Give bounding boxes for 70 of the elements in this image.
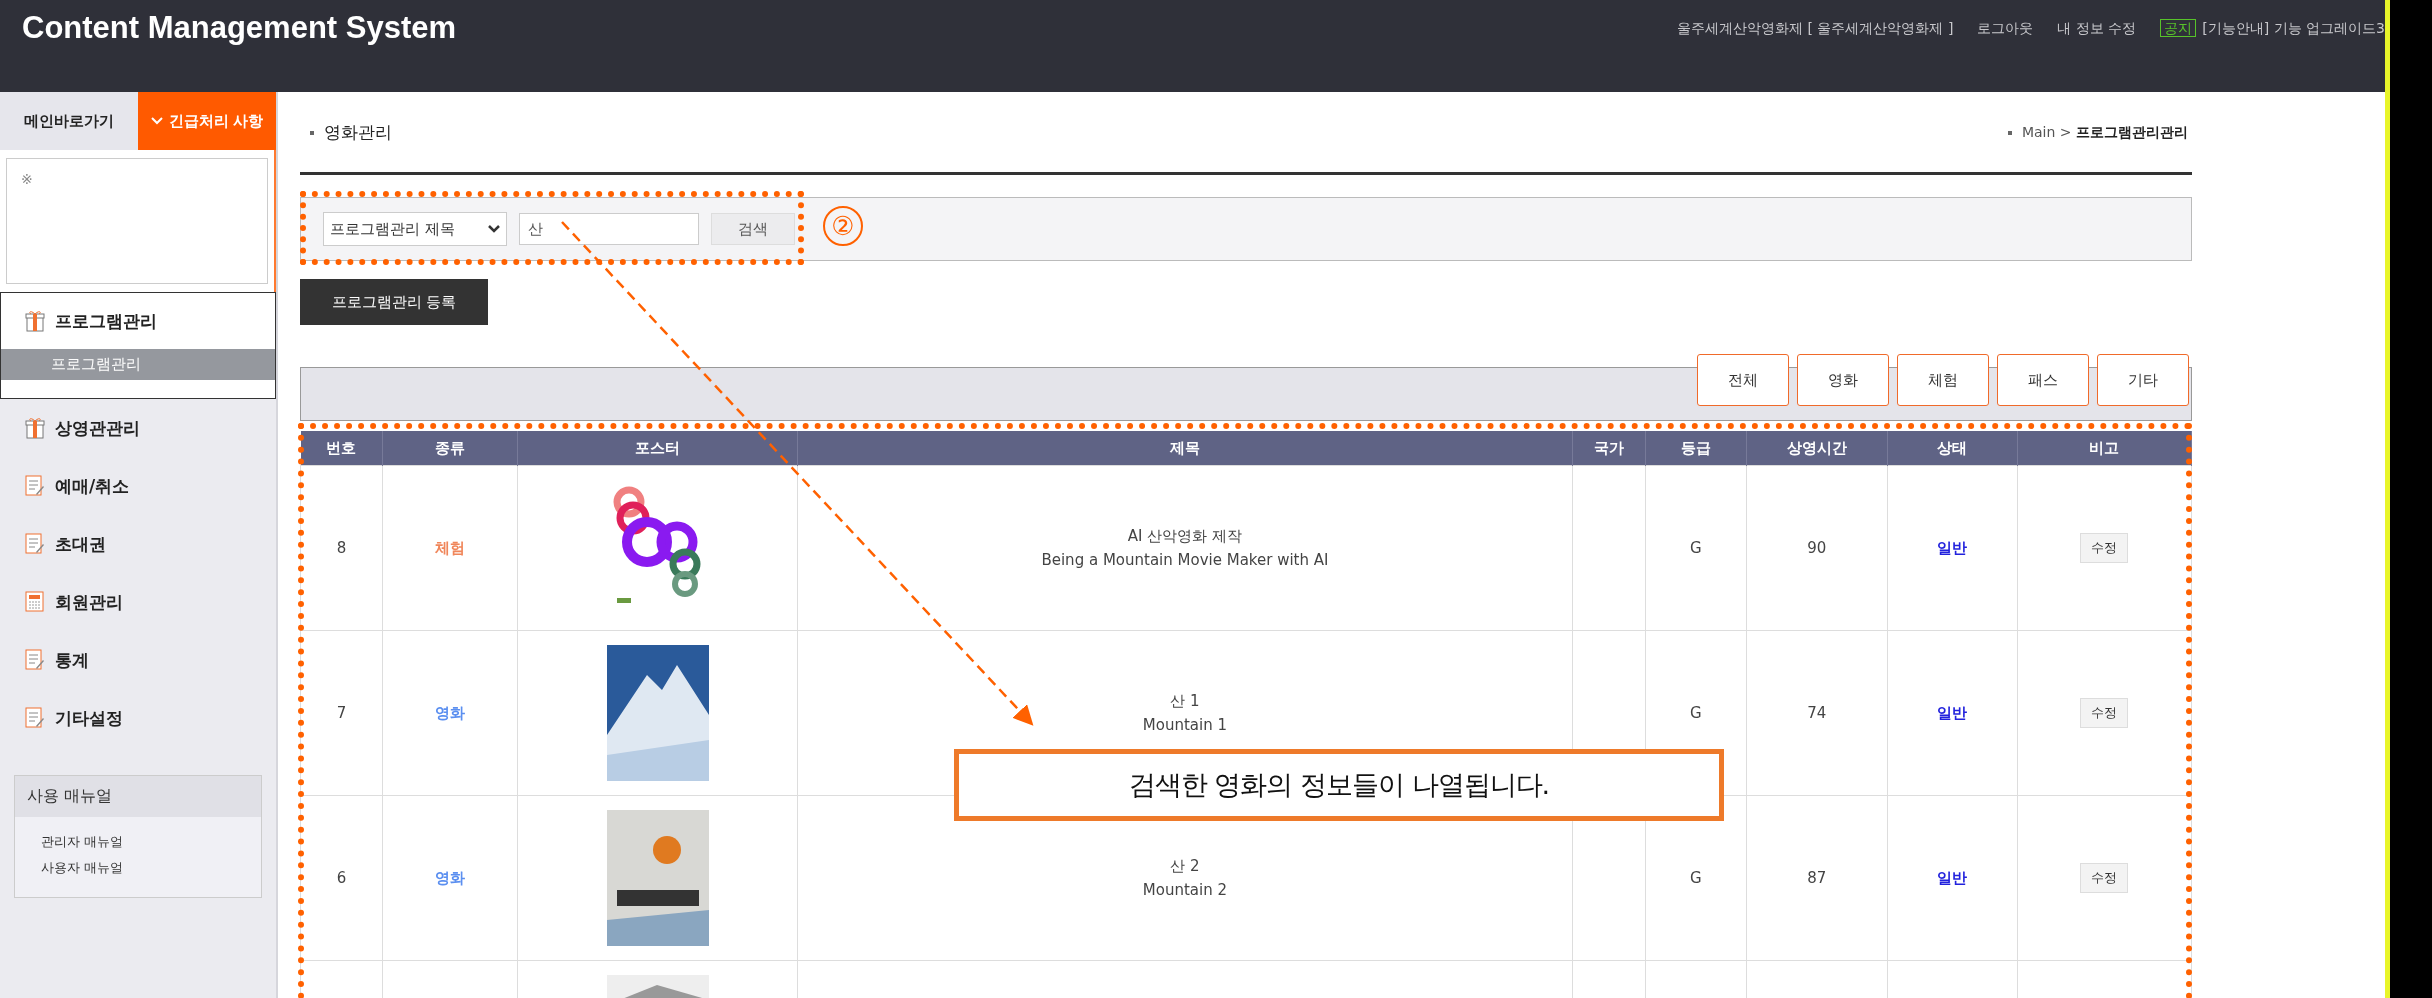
column-header: 종류	[382, 431, 518, 466]
breadcrumb: Main > 프로그램관리관리	[2021, 124, 2188, 140]
column-header: 포스터	[517, 431, 798, 466]
register-button[interactable]: 프로그램관리 등록	[300, 279, 488, 325]
column-header: 비고	[2017, 431, 2192, 466]
notice-badge: 공지	[2160, 19, 2197, 37]
filter-button[interactable]: 체험	[1897, 354, 1989, 406]
filter-button[interactable]: 기타	[2097, 354, 2189, 406]
table-cell: 8	[300, 465, 383, 631]
app-title: Content Management System	[22, 10, 457, 46]
page-title: 영화관리	[324, 121, 392, 142]
table-cell: 7	[300, 630, 383, 796]
manual-link[interactable]: 사용자 매뉴얼	[41, 859, 235, 877]
gift-icon	[25, 310, 45, 332]
edit-button[interactable]: 수정	[2080, 698, 2129, 728]
status-label: 일반	[1937, 538, 1968, 557]
manual-title: 사용 매뉴얼	[15, 776, 261, 817]
step-number: ②	[823, 206, 863, 246]
header-link[interactable]: 로그아웃	[1977, 20, 2034, 38]
status-label: 일반	[1937, 868, 1968, 887]
movie-title: AI 산악영화 제작 Being a Mountain Movie Maker with AI	[1040, 526, 1330, 571]
movie-title: 산 2 Mountain 2	[1141, 856, 1229, 901]
field-select[interactable]: 프로그램관리 제목	[323, 212, 507, 246]
menu-item[interactable]: 통계	[1, 632, 275, 688]
menu-item[interactable]: 기타설정	[1, 690, 275, 746]
notepad-icon	[25, 707, 45, 729]
movie-title: 산 1 Mountain 1	[1141, 691, 1229, 736]
filter-button[interactable]: 영화	[1797, 354, 1889, 406]
filter-button[interactable]: 전체	[1697, 354, 1789, 406]
column-header: 번호	[300, 431, 383, 466]
urgent-notice-box: ※	[6, 158, 268, 284]
bullet-icon	[310, 131, 314, 135]
chevron-down-icon	[488, 225, 500, 233]
menu-item[interactable]: 초대권	[1, 516, 275, 572]
notepad-icon	[25, 533, 45, 555]
menu-item[interactable]: 회원관리	[1, 574, 275, 630]
manual-link[interactable]: 관리자 매뉴얼	[41, 833, 235, 851]
column-header: 상영시간	[1746, 431, 1888, 466]
menu-item[interactable]: 예매/취소	[1, 458, 275, 514]
sidebar-tab[interactable]: 메인바로가기	[0, 92, 138, 150]
user-name[interactable]: 울주세계산악영화제 [ 울주세계산악영화제 ]	[1677, 20, 1954, 38]
menu-item[interactable]: 상영관관리	[1, 400, 275, 456]
search-button[interactable]: 검색	[711, 213, 795, 245]
edit-button[interactable]: 수정	[2080, 533, 2129, 563]
type-label: 체험	[435, 538, 466, 557]
column-header: 상태	[1887, 431, 2018, 466]
edit-button[interactable]: 수정	[2080, 863, 2129, 893]
menu-item[interactable]: 프로그램관리	[1, 293, 275, 349]
column-header: 국가	[1572, 431, 1646, 466]
table-cell: 90	[1746, 465, 1888, 631]
chevron-down-icon	[150, 117, 163, 125]
header-link[interactable]: 내 정보 수정	[2057, 20, 2137, 38]
notepad-icon	[25, 475, 45, 497]
table-cell: 6	[300, 795, 383, 961]
search-field[interactable]: 산	[519, 213, 699, 245]
table-cell: G	[1645, 465, 1747, 631]
filter-button[interactable]: 패스	[1997, 354, 2089, 406]
status-label: 일반	[1937, 703, 1968, 722]
bullet-icon	[2007, 130, 2012, 135]
table-cell: 87	[1746, 795, 1888, 961]
calculator-icon	[25, 591, 45, 613]
table-cell: 74	[1746, 630, 1888, 796]
type-label: 영화	[435, 703, 466, 722]
column-header: 제목	[797, 431, 1573, 466]
column-header: 등급	[1645, 431, 1747, 466]
annotation-callout: 검색한 영화의 정보들이 나열됩니다.	[954, 749, 1724, 821]
type-label: 영화	[435, 868, 466, 887]
gift-icon	[25, 417, 45, 439]
notice-link[interactable]: [기능안내] 기능 업그레이드3	[2202, 20, 2385, 36]
notepad-icon	[25, 649, 45, 671]
